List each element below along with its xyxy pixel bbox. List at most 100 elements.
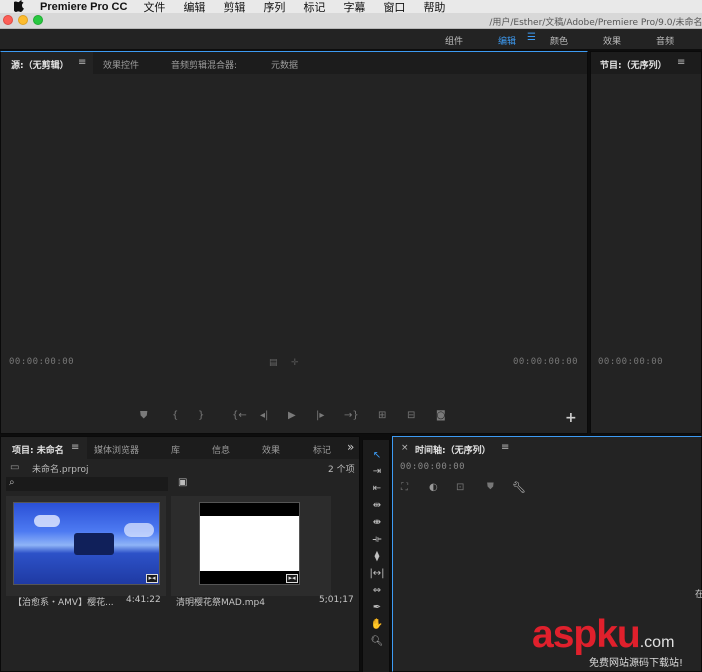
program-tab-menu-icon[interactable]: ≡ — [677, 57, 685, 68]
mark-in-icon[interactable]: { — [172, 410, 178, 422]
ripple-edit-tool-icon[interactable]: ⇤ — [369, 482, 385, 496]
nest-sequence-icon[interactable]: ⛶ — [401, 482, 408, 493]
clip-thumbnail-1[interactable]: ▸◂ — [13, 502, 160, 585]
source-duration-timecode: 00:00:00:00 — [513, 357, 579, 367]
timeline-tab-menu-icon[interactable]: ≡ — [501, 442, 509, 453]
razor-tool-icon[interactable]: ⟛ — [369, 533, 385, 547]
app-name-menu[interactable]: Premiere Pro CC — [40, 1, 127, 13]
search-icon: ⌕ — [9, 477, 15, 488]
slide-tool-icon[interactable]: |↔| — [369, 567, 385, 581]
clip-duration-1: 4:41:22 — [126, 595, 161, 605]
close-window-button[interactable] — [3, 15, 13, 25]
minimize-window-button[interactable] — [18, 15, 28, 25]
overwrite-icon[interactable]: ⊟ — [407, 410, 415, 422]
tab-metadata[interactable]: 元数据 — [271, 58, 298, 71]
workspace-bar: 组件 编辑 ☰ 颜色 效果 音频 — [0, 29, 702, 49]
project-tab-bar: 项目: 未命名 ≡ 媒体浏览器 库 信息 效果 标记 » — [1, 437, 359, 459]
apple-icon[interactable] — [14, 0, 30, 13]
tab-media-browser[interactable]: 媒体浏览器 — [94, 443, 139, 456]
step-forward-icon[interactable]: |▸ — [316, 410, 324, 422]
cloud-shape — [34, 515, 60, 527]
clip-card-2[interactable]: ▸◂ — [171, 496, 331, 596]
mac-menu-bar: Premiere Pro CC 文件 编辑 剪辑 序列 标记 字幕 窗口 帮助 — [0, 0, 702, 14]
tab-audio-clip-mixer[interactable]: 音频剪辑混合器: — [171, 58, 237, 71]
workspace-assembly[interactable]: 组件 — [445, 34, 463, 47]
new-bin-from-search-icon[interactable]: ▣ — [178, 477, 187, 488]
project-tab-menu-icon[interactable]: ≡ — [71, 442, 79, 453]
close-timeline-icon[interactable]: × — [401, 443, 409, 453]
mark-out-icon[interactable]: } — [198, 410, 204, 422]
program-tab-bar: 节目:（无序列） ≡ — [591, 52, 701, 74]
tab-markers[interactable]: 标记 — [313, 443, 331, 456]
workspace-editing[interactable]: 编辑 — [498, 34, 516, 47]
tab-program[interactable]: 节目:（无序列） — [600, 58, 667, 71]
zoom-window-button[interactable] — [33, 15, 43, 25]
tab-effects[interactable]: 效果 — [262, 443, 280, 456]
snap-icon[interactable]: ◐ — [429, 482, 438, 493]
timeline-settings-wrench-icon[interactable]: 🔧︎ — [512, 481, 526, 494]
slip-tool-icon[interactable]: ⧫ — [369, 550, 385, 564]
window-title-path: /用户/Esther/文稿/Adobe/Premiere Pro/9.0/未命名… — [489, 18, 702, 28]
watermark-suffix: .com — [639, 634, 675, 651]
timeline-tab-bar: × 时间轴:（无序列） ≡ — [393, 437, 701, 459]
tab-project[interactable]: 项目: 未命名 — [12, 443, 64, 456]
hand-tool-icon[interactable]: ✋ — [369, 618, 385, 632]
tab-source[interactable]: 源:（无剪辑） — [11, 58, 69, 71]
drag-video-icon[interactable]: ▤ — [269, 358, 278, 368]
tab-libraries[interactable]: 库 — [171, 443, 180, 456]
clip-duration-2: 5;01;17 — [319, 595, 354, 605]
source-monitor-panel: 源:（无剪辑） ≡ 效果控件 音频剪辑混合器: 元数据 00:00:00:00 … — [0, 51, 588, 434]
clip-thumbnail-2[interactable]: ▸◂ — [199, 502, 300, 585]
tab-overflow-icon[interactable]: » — [347, 440, 354, 454]
folder-icon: ▭ — [10, 462, 20, 473]
pen-arrow-tool-icon[interactable]: ⇔ — [369, 584, 385, 598]
selection-tool-icon[interactable]: ↖ — [369, 449, 385, 463]
program-monitor-panel: 节目:（无序列） ≡ 00:00:00:00 — [590, 51, 702, 434]
white-frame — [200, 516, 299, 571]
zoom-tool-icon[interactable]: 🔍︎ — [369, 635, 385, 649]
button-editor-icon[interactable]: + — [565, 410, 577, 426]
program-playhead-timecode[interactable]: 00:00:00:00 — [598, 357, 663, 367]
tab-effect-controls[interactable]: 效果控件 — [103, 58, 139, 71]
item-count: 2 个项 — [328, 465, 355, 475]
source-tab-bar: 源:（无剪辑） ≡ 效果控件 音频剪辑混合器: 元数据 — [1, 52, 587, 74]
video-audio-badge-icon: ▸◂ — [286, 574, 298, 583]
tools-panel: ↖ ⇥ ⇤ ⇹ ⇼ ⟛ ⧫ |↔| ⇔ ✒ ✋ 🔍︎ — [362, 440, 390, 672]
add-marker-timeline-icon[interactable]: ⛊ — [487, 482, 494, 492]
clip-name-2[interactable]: 清明樱花祭MAD.mp4 — [176, 595, 265, 608]
step-back-icon[interactable]: ◂| — [260, 410, 268, 422]
linked-selection-icon[interactable]: ⊡ — [456, 482, 464, 493]
watermark-subtitle: 免费网站源码下载站! — [589, 658, 684, 669]
go-to-out-icon[interactable]: →} — [344, 410, 359, 422]
insert-icon[interactable]: ⊞ — [378, 410, 386, 422]
cloud-shape — [124, 523, 154, 537]
clip-card-1[interactable]: ▸◂ — [6, 496, 166, 596]
search-input[interactable]: ⌕ — [6, 477, 168, 491]
workspace-audio[interactable]: 音频 — [656, 34, 674, 47]
timeline-playhead-timecode[interactable]: 00:00:00:00 — [400, 462, 465, 472]
track-select-tool-icon[interactable]: ⇥ — [369, 465, 385, 479]
window-controls — [3, 15, 43, 25]
tab-info[interactable]: 信息 — [212, 443, 230, 456]
go-to-in-icon[interactable]: {← — [232, 410, 247, 422]
add-marker-icon[interactable]: ⛊ — [140, 410, 148, 422]
rolling-edit-tool-icon[interactable]: ⇹ — [369, 499, 385, 513]
tab-menu-icon[interactable]: ≡ — [78, 57, 86, 68]
export-frame-icon[interactable]: ◙ — [436, 410, 446, 422]
project-file-name: 未命名.prproj — [32, 465, 89, 475]
drag-audio-icon[interactable]: ✛ — [291, 358, 299, 368]
pen-tool-icon[interactable]: ✒ — [369, 601, 385, 615]
workspace-color[interactable]: 颜色 — [550, 34, 568, 47]
window-title-bar: /用户/Esther/文稿/Adobe/Premiere Pro/9.0/未命名… — [0, 13, 702, 29]
rate-stretch-tool-icon[interactable]: ⇼ — [369, 516, 385, 530]
source-playhead-timecode[interactable]: 00:00:00:00 — [9, 357, 74, 367]
clip-name-1[interactable]: 【治愈系・AMV】樱花... — [13, 595, 115, 608]
tab-timeline[interactable]: 时间轴:（无序列） — [415, 443, 491, 456]
workspace-effects[interactable]: 效果 — [603, 34, 621, 47]
video-audio-badge-icon: ▸◂ — [146, 574, 158, 583]
play-icon[interactable]: ▶ — [288, 410, 296, 422]
workspace-menu-icon[interactable]: ☰ — [527, 32, 536, 43]
timeline-edge-text: 在 — [695, 590, 702, 600]
piano-silhouette — [74, 533, 114, 555]
watermark-text: aspku — [532, 613, 641, 656]
